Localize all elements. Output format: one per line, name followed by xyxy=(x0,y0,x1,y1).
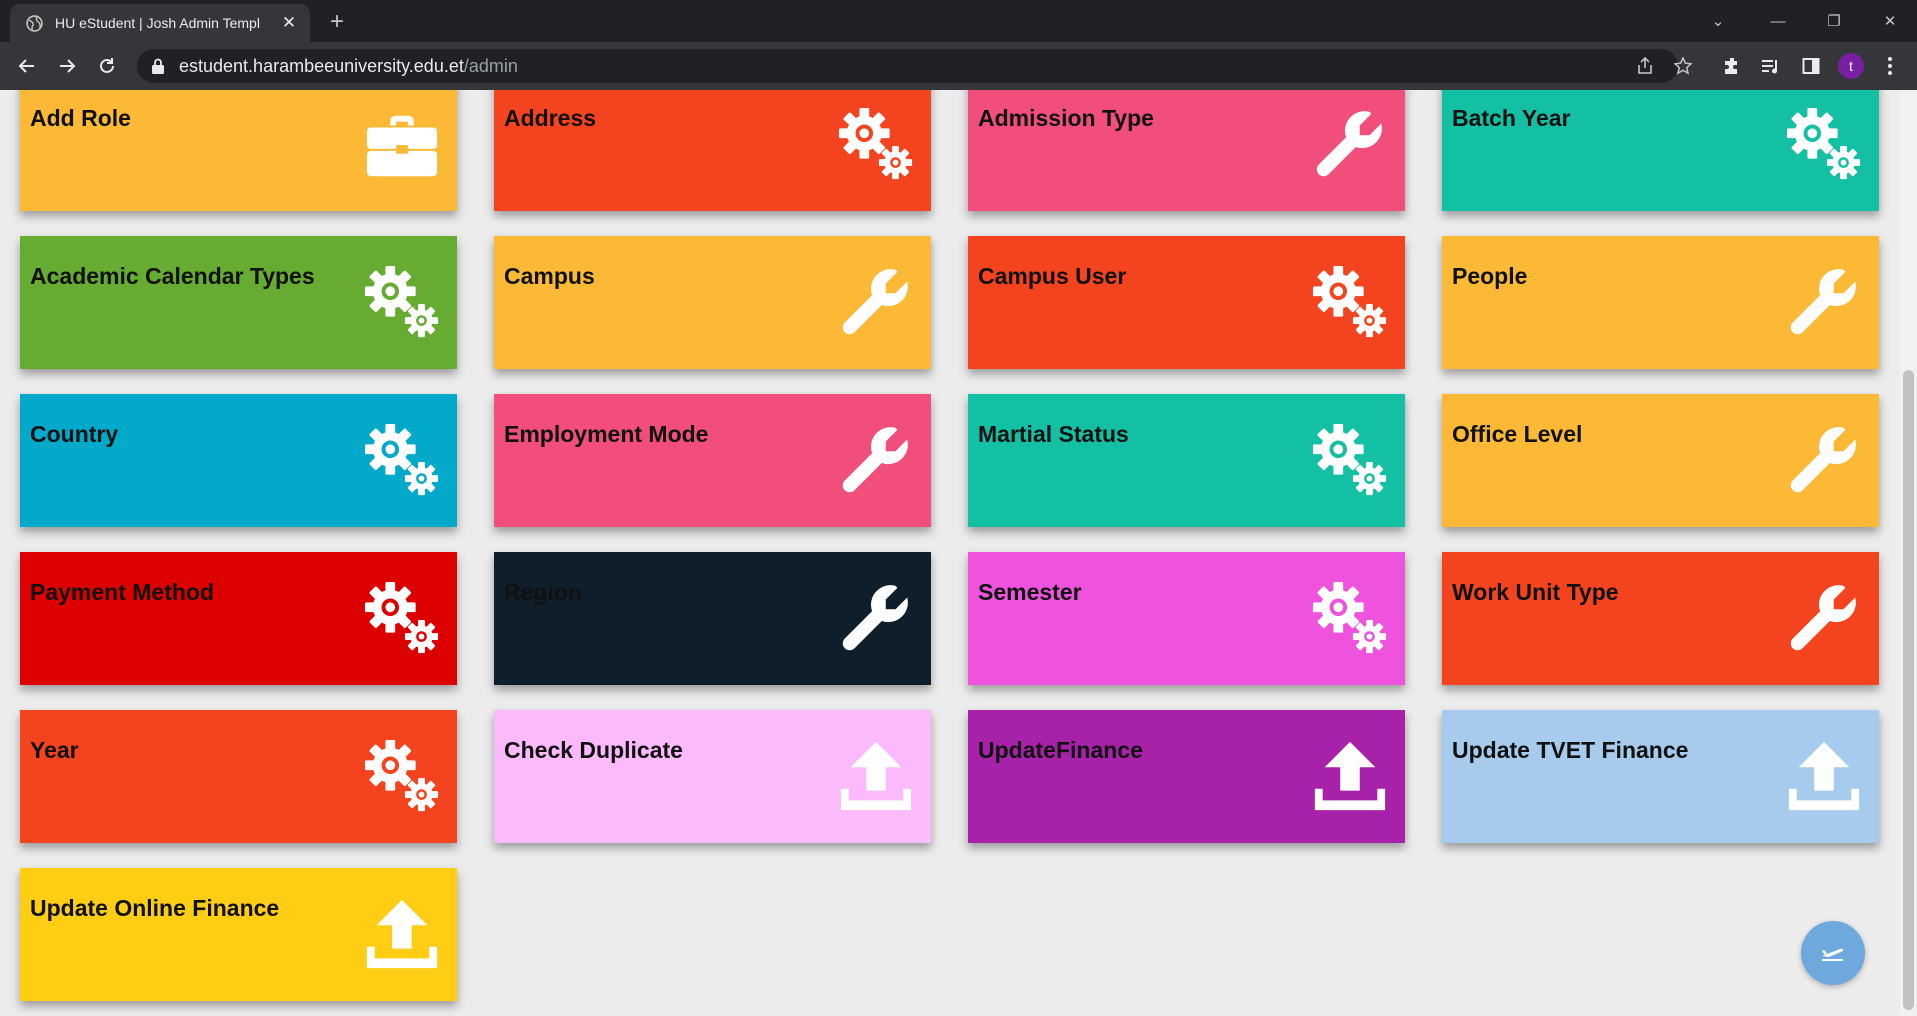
card-office-level[interactable]: Office Level xyxy=(1442,394,1879,527)
card-label: Check Duplicate xyxy=(504,737,683,763)
page-scrollbar[interactable] xyxy=(1900,90,1917,1016)
browser-menu-icon[interactable] xyxy=(1875,51,1905,81)
card-campus[interactable]: Campus xyxy=(494,236,931,369)
url-path: /admin xyxy=(463,55,518,76)
card-employment-mode[interactable]: Employment Mode xyxy=(494,394,931,527)
wrench-icon xyxy=(1785,580,1863,658)
settings-card-grid: Add Role Address Admission Type Batch Ye… xyxy=(20,90,1879,1001)
floating-action-button[interactable] xyxy=(1801,921,1865,985)
wrench-icon xyxy=(1785,264,1863,342)
card-label: Office Level xyxy=(1452,421,1583,447)
card-label: Campus User xyxy=(978,263,1127,289)
media-queue-icon[interactable] xyxy=(1756,51,1786,81)
card-update-online-finance[interactable]: Update Online Finance xyxy=(20,868,457,1001)
card-check-duplicate[interactable]: Check Duplicate xyxy=(494,710,931,843)
card-academic-calendar-types[interactable]: Academic Calendar Types xyxy=(20,236,457,369)
card-payment-method[interactable]: Payment Method xyxy=(20,552,457,685)
wrench-icon xyxy=(1311,106,1389,184)
tab-title: HU eStudent | Josh Admin Templ xyxy=(55,15,260,31)
card-label: Semester xyxy=(978,579,1082,605)
profile-avatar[interactable]: t xyxy=(1838,53,1864,79)
bookmark-star-icon[interactable] xyxy=(1668,49,1698,83)
restore-button[interactable]: ❐ xyxy=(1806,0,1862,42)
card-label: Campus xyxy=(504,263,595,289)
lock-icon xyxy=(152,58,164,74)
card-label: Employment Mode xyxy=(504,421,709,447)
card-label: Martial Status xyxy=(978,421,1129,447)
card-admission-type[interactable]: Admission Type xyxy=(968,90,1405,211)
card-semester[interactable]: Semester xyxy=(968,552,1405,685)
gears-icon xyxy=(1311,422,1389,500)
plane-icon xyxy=(1822,948,1844,961)
card-label: Admission Type xyxy=(978,105,1154,131)
globe-icon xyxy=(26,14,43,32)
card-address[interactable]: Address xyxy=(494,90,931,211)
card-label: Region xyxy=(504,579,582,605)
window-close-button[interactable]: ✕ xyxy=(1862,0,1917,42)
card-batch-year[interactable]: Batch Year xyxy=(1442,90,1879,211)
card-label: People xyxy=(1452,263,1528,289)
side-panel-icon[interactable] xyxy=(1796,51,1826,81)
address-bar[interactable]: estudent.harambeeuniversity.edu.et/admin xyxy=(137,49,1678,83)
forward-arrow-icon xyxy=(60,59,76,73)
tab-close-icon[interactable]: ✕ xyxy=(276,10,302,36)
card-year[interactable]: Year xyxy=(20,710,457,843)
browser-tab-bar: HU eStudent | Josh Admin Templ ✕ + ⌄ — ❐… xyxy=(0,0,1917,42)
wrench-icon xyxy=(837,264,915,342)
browser-tab[interactable]: HU eStudent | Josh Admin Templ ✕ xyxy=(10,4,310,42)
card-campus-user[interactable]: Campus User xyxy=(968,236,1405,369)
gears-icon xyxy=(1311,264,1389,342)
card-update-tvet-finance[interactable]: Update TVET Finance xyxy=(1442,710,1879,843)
gears-icon xyxy=(1785,106,1863,184)
card-country[interactable]: Country xyxy=(20,394,457,527)
browser-toolbar: estudent.harambeeuniversity.edu.et/admin xyxy=(0,42,1917,90)
card-label: Batch Year xyxy=(1452,105,1571,131)
gears-icon xyxy=(363,738,441,816)
minimize-button[interactable]: — xyxy=(1750,0,1806,42)
gears-icon xyxy=(837,106,915,184)
card-label: Address xyxy=(504,105,597,131)
scrollbar-thumb[interactable] xyxy=(1903,370,1914,1010)
card-label: Year xyxy=(30,737,79,763)
card-updatefinance[interactable]: UpdateFinance xyxy=(968,710,1405,843)
card-add-role[interactable]: Add Role xyxy=(20,90,457,211)
card-label: Country xyxy=(30,421,119,447)
card-label: Payment Method xyxy=(30,579,215,605)
gears-icon xyxy=(363,422,441,500)
wrench-icon xyxy=(837,422,915,500)
card-martial-status[interactable]: Martial Status xyxy=(968,394,1405,527)
card-label: Add Role xyxy=(30,105,131,131)
back-button[interactable] xyxy=(12,51,42,81)
upload-icon xyxy=(1311,738,1389,816)
card-label: Update Online Finance xyxy=(30,895,280,921)
card-label: UpdateFinance xyxy=(978,737,1143,763)
card-region[interactable]: Region xyxy=(494,552,931,685)
reload-button[interactable] xyxy=(92,51,122,81)
new-tab-button[interactable]: + xyxy=(322,8,352,38)
share-icon[interactable] xyxy=(1630,49,1660,83)
upload-icon xyxy=(1785,738,1863,816)
gears-icon xyxy=(363,580,441,658)
reload-icon xyxy=(100,58,114,73)
tab-search-icon[interactable]: ⌄ xyxy=(1690,0,1746,42)
wrench-icon xyxy=(837,580,915,658)
card-people[interactable]: People xyxy=(1442,236,1879,369)
card-label: Work Unit Type xyxy=(1452,579,1619,605)
upload-icon xyxy=(363,896,441,974)
url-host: estudent.harambeeuniversity.edu.et xyxy=(179,55,464,76)
card-work-unit-type[interactable]: Work Unit Type xyxy=(1442,552,1879,685)
gears-icon xyxy=(1311,580,1389,658)
wrench-icon xyxy=(1785,422,1863,500)
card-label: Academic Calendar Types xyxy=(30,263,315,289)
back-arrow-icon xyxy=(18,59,34,73)
upload-icon xyxy=(837,738,915,816)
admin-dashboard: Add Role Address Admission Type Batch Ye… xyxy=(0,90,1900,1016)
extensions-icon[interactable] xyxy=(1717,51,1747,81)
briefcase-icon xyxy=(363,106,441,184)
card-label: Update TVET Finance xyxy=(1452,737,1689,763)
forward-button[interactable] xyxy=(52,51,82,81)
gears-icon xyxy=(363,264,441,342)
